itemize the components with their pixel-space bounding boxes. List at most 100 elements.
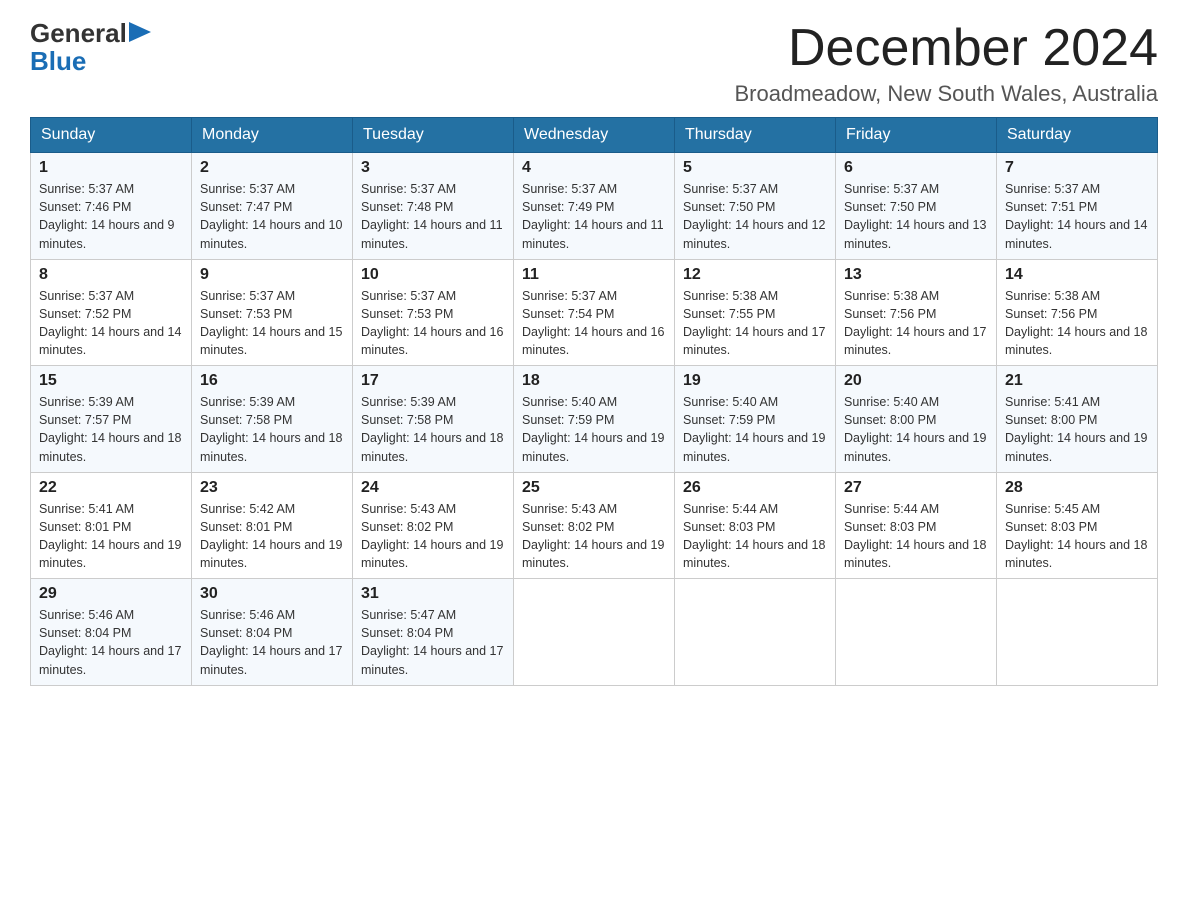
day-info: Sunrise: 5:38 AMSunset: 7:56 PMDaylight:… (1005, 287, 1149, 360)
logo-text-blue: Blue (30, 48, 86, 74)
page-header: General Blue December 2024 Broadmeadow, … (30, 20, 1158, 107)
day-info: Sunrise: 5:37 AMSunset: 7:50 PMDaylight:… (683, 180, 827, 253)
day-info: Sunrise: 5:43 AMSunset: 8:02 PMDaylight:… (361, 500, 505, 573)
day-info: Sunrise: 5:37 AMSunset: 7:51 PMDaylight:… (1005, 180, 1149, 253)
table-row: 12 Sunrise: 5:38 AMSunset: 7:55 PMDayligh… (675, 259, 836, 366)
table-row: 7 Sunrise: 5:37 AMSunset: 7:51 PMDaylight… (997, 153, 1158, 260)
table-row (836, 579, 997, 686)
day-number: 8 (39, 266, 183, 284)
day-number: 7 (1005, 159, 1149, 177)
day-number: 31 (361, 585, 505, 603)
day-info: Sunrise: 5:37 AMSunset: 7:54 PMDaylight:… (522, 287, 666, 360)
table-row: 3 Sunrise: 5:37 AMSunset: 7:48 PMDaylight… (353, 153, 514, 260)
logo-triangle-icon (129, 22, 151, 42)
table-row: 6 Sunrise: 5:37 AMSunset: 7:50 PMDaylight… (836, 153, 997, 260)
table-row: 30Sunrise: 5:46 AMSunset: 8:04 PMDayligh… (192, 579, 353, 686)
day-number: 21 (1005, 372, 1149, 390)
table-row: 21 Sunrise: 5:41 AMSunset: 8:00 PMDayligh… (997, 366, 1158, 473)
calendar-week-row: 8 Sunrise: 5:37 AMSunset: 7:52 PMDaylight… (31, 259, 1158, 366)
day-number: 1 (39, 159, 183, 177)
table-row: 20 Sunrise: 5:40 AMSunset: 8:00 PMDayligh… (836, 366, 997, 473)
day-info: Sunrise: 5:42 AMSunset: 8:01 PMDaylight:… (200, 500, 344, 573)
calendar-week-row: 29 Sunrise: 5:46 AMSunset: 8:04 PMDayligh… (31, 579, 1158, 686)
table-row: 24 Sunrise: 5:43 AMSunset: 8:02 PMDayligh… (353, 472, 514, 579)
table-row: 14 Sunrise: 5:38 AMSunset: 7:56 PMDayligh… (997, 259, 1158, 366)
table-row: 11Sunrise: 5:37 AMSunset: 7:54 PMDayligh… (514, 259, 675, 366)
day-number: 28 (1005, 479, 1149, 497)
header-monday: Monday (192, 118, 353, 153)
day-number: 20 (844, 372, 988, 390)
table-row (675, 579, 836, 686)
day-info: Sunrise: 5:44 AMSunset: 8:03 PMDaylight:… (844, 500, 988, 573)
day-number: 16 (200, 372, 344, 390)
day-info: Sunrise: 5:37 AMSunset: 7:46 PMDaylight:… (39, 180, 183, 253)
day-number: 2 (200, 159, 344, 177)
day-number: 23 (200, 479, 344, 497)
month-title: December 2024 (734, 20, 1158, 77)
day-number: 5 (683, 159, 827, 177)
header-wednesday: Wednesday (514, 118, 675, 153)
header-saturday: Saturday (997, 118, 1158, 153)
day-number: 12 (683, 266, 827, 284)
day-info: Sunrise: 5:39 AMSunset: 7:58 PMDaylight:… (200, 393, 344, 466)
table-row (997, 579, 1158, 686)
table-row: 4 Sunrise: 5:37 AMSunset: 7:49 PMDaylight… (514, 153, 675, 260)
day-number: 14 (1005, 266, 1149, 284)
day-info: Sunrise: 5:41 AMSunset: 8:00 PMDaylight:… (1005, 393, 1149, 466)
day-number: 29 (39, 585, 183, 603)
day-number: 24 (361, 479, 505, 497)
day-info: Sunrise: 5:37 AMSunset: 7:47 PMDaylight:… (200, 180, 344, 253)
day-number: 6 (844, 159, 988, 177)
table-row: 9 Sunrise: 5:37 AMSunset: 7:53 PMDaylight… (192, 259, 353, 366)
calendar-week-row: 22 Sunrise: 5:41 AMSunset: 8:01 PMDayligh… (31, 472, 1158, 579)
day-number: 9 (200, 266, 344, 284)
table-row: 15 Sunrise: 5:39 AMSunset: 7:57 PMDayligh… (31, 366, 192, 473)
day-info: Sunrise: 5:40 AMSunset: 8:00 PMDaylight:… (844, 393, 988, 466)
table-row: 16 Sunrise: 5:39 AMSunset: 7:58 PMDayligh… (192, 366, 353, 473)
day-info: Sunrise: 5:41 AMSunset: 8:01 PMDaylight:… (39, 500, 183, 573)
day-info: Sunrise: 5:40 AMSunset: 7:59 PMDaylight:… (683, 393, 827, 466)
table-row: 2 Sunrise: 5:37 AMSunset: 7:47 PMDaylight… (192, 153, 353, 260)
table-row (514, 579, 675, 686)
table-row: 17 Sunrise: 5:39 AMSunset: 7:58 PMDayligh… (353, 366, 514, 473)
table-row: 18 Sunrise: 5:40 AMSunset: 7:59 PMDayligh… (514, 366, 675, 473)
table-row: 23 Sunrise: 5:42 AMSunset: 8:01 PMDayligh… (192, 472, 353, 579)
table-row: 5 Sunrise: 5:37 AMSunset: 7:50 PMDaylight… (675, 153, 836, 260)
day-info: Sunrise: 5:39 AMSunset: 7:57 PMDaylight:… (39, 393, 183, 466)
calendar-week-row: 15 Sunrise: 5:39 AMSunset: 7:57 PMDayligh… (31, 366, 1158, 473)
day-number: 22 (39, 479, 183, 497)
table-row: 25Sunrise: 5:43 AMSunset: 8:02 PMDayligh… (514, 472, 675, 579)
day-number: 4 (522, 159, 666, 177)
day-number: 26 (683, 479, 827, 497)
day-info: Sunrise: 5:38 AMSunset: 7:55 PMDaylight:… (683, 287, 827, 360)
day-info: Sunrise: 5:43 AMSunset: 8:02 PMDaylight:… (522, 500, 666, 573)
day-info: Sunrise: 5:40 AMSunset: 7:59 PMDaylight:… (522, 393, 666, 466)
header-sunday: Sunday (31, 118, 192, 153)
day-number: 18 (522, 372, 666, 390)
day-info: Sunrise: 5:37 AMSunset: 7:53 PMDaylight:… (200, 287, 344, 360)
day-info: Sunrise: 5:46 AMSunset: 8:04 PMDaylight:… (39, 606, 183, 679)
day-info: Sunrise: 5:37 AMSunset: 7:50 PMDaylight:… (844, 180, 988, 253)
header-friday: Friday (836, 118, 997, 153)
day-number: 17 (361, 372, 505, 390)
day-info: Sunrise: 5:45 AMSunset: 8:03 PMDaylight:… (1005, 500, 1149, 573)
day-number: 15 (39, 372, 183, 390)
day-number: 3 (361, 159, 505, 177)
table-row: 13Sunrise: 5:38 AMSunset: 7:56 PMDayligh… (836, 259, 997, 366)
calendar-table: Sunday Monday Tuesday Wednesday Thursday… (30, 117, 1158, 686)
location-title: Broadmeadow, New South Wales, Australia (734, 81, 1158, 107)
day-info: Sunrise: 5:39 AMSunset: 7:58 PMDaylight:… (361, 393, 505, 466)
day-info: Sunrise: 5:37 AMSunset: 7:49 PMDaylight:… (522, 180, 666, 253)
day-info: Sunrise: 5:37 AMSunset: 7:53 PMDaylight:… (361, 287, 505, 360)
table-row: 29 Sunrise: 5:46 AMSunset: 8:04 PMDayligh… (31, 579, 192, 686)
header-thursday: Thursday (675, 118, 836, 153)
weekday-header-row: Sunday Monday Tuesday Wednesday Thursday… (31, 118, 1158, 153)
day-info: Sunrise: 5:37 AMSunset: 7:52 PMDaylight:… (39, 287, 183, 360)
header-tuesday: Tuesday (353, 118, 514, 153)
day-number: 19 (683, 372, 827, 390)
day-info: Sunrise: 5:37 AMSunset: 7:48 PMDaylight:… (361, 180, 505, 253)
day-number: 30 (200, 585, 344, 603)
table-row: 19 Sunrise: 5:40 AMSunset: 7:59 PMDayligh… (675, 366, 836, 473)
table-row: 31Sunrise: 5:47 AMSunset: 8:04 PMDayligh… (353, 579, 514, 686)
table-row: 26Sunrise: 5:44 AMSunset: 8:03 PMDayligh… (675, 472, 836, 579)
